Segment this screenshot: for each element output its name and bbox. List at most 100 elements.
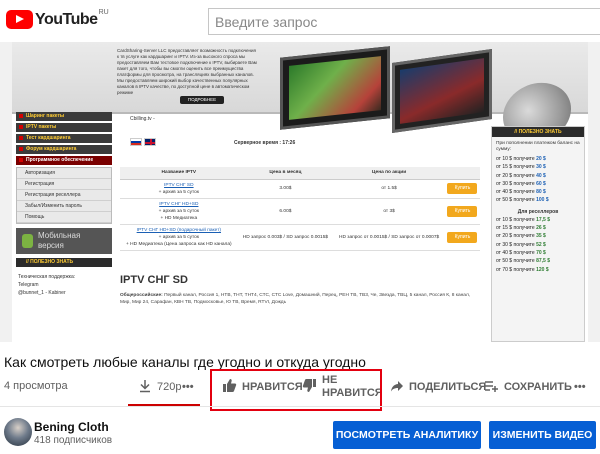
table-header <box>444 167 480 180</box>
subscriber-count: 418 подписчиков <box>34 435 113 446</box>
package-promo: от 1.5$ <box>333 179 445 199</box>
site-sub-menu: Авторизация Регистрация Регистрация ресе… <box>16 167 112 224</box>
view-count: 4 просмотра <box>4 380 68 392</box>
package-extra: + архив за 5 суток <box>158 189 199 195</box>
site-sub-item: Помощь <box>17 212 111 223</box>
divider <box>0 406 600 407</box>
list-item: от 15 $ получите 30 $ <box>496 164 546 171</box>
package-promo: от 3$ <box>333 198 445 225</box>
package-name: IPTV СНГ HD+SD (подарочный пакет) <box>136 227 221 233</box>
video-content-website: CardSharing-Server LLC предоставляет воз… <box>12 42 588 342</box>
save-label: СОХРАНИТЬ <box>504 381 572 393</box>
bonus-list: от 10 $ получите 20 $ от 15 $ получите 3… <box>492 155 584 205</box>
reseller-heading: Для реселлеров <box>517 208 559 215</box>
site-banner: CardSharing-Server LLC предоставляет воз… <box>12 42 588 155</box>
price-table: Название IPTV Цена в месяц Цена по акции… <box>120 167 480 251</box>
table-row: IPTV СНГ HD+SD + архив за 5 суток + HD М… <box>120 198 480 225</box>
more-dots-icon: ••• <box>182 381 194 393</box>
view-analytics-button[interactable]: ПОСМОТРЕТЬ АНАЛИТИКУ <box>333 421 481 449</box>
annotation-highlight-box <box>210 369 382 411</box>
list-item: от 40 $ получите 80 $ <box>496 189 546 196</box>
list-item: от 10 $ получите 17,5 $ <box>496 216 550 223</box>
list-item: от 50 $ получите 87,5 $ <box>496 258 550 265</box>
package-extra: + HD Медиатека (Цена запроса как HD кана… <box>126 241 232 247</box>
site-nav-item: IPTV пакеты <box>16 123 112 132</box>
table-header: Цена по акции <box>333 167 445 180</box>
banner-text: CardSharing-Server LLC предоставляет воз… <box>117 48 257 95</box>
banner-button: ПОДРОБНЕЕ <box>180 96 224 104</box>
download-icon <box>138 379 152 396</box>
share-button[interactable]: ПОДЕЛИТЬСЯ <box>390 374 486 400</box>
iptv-desc-text: Первый канал, Россия 1, НТВ, ТНТ, ТНТ4, … <box>120 293 471 305</box>
search-input[interactable]: Введите запрос <box>208 8 600 35</box>
site-nav-item: Шаринг пакеты <box>16 112 112 121</box>
package-name: IPTV СНГ SD <box>164 182 194 188</box>
package-price: 6.00$ <box>237 198 334 225</box>
list-item: от 20 $ получите 35 $ <box>496 233 546 240</box>
logo-text: YouTube <box>35 10 98 28</box>
site-url-label: Cbilling.tv - <box>130 116 155 122</box>
table-header: Название IPTV <box>120 167 238 180</box>
support-line: Техническая поддержка: <box>18 274 76 280</box>
share-label: ПОДЕЛИТЬСЯ <box>409 381 487 393</box>
package-name: IPTV СНГ HD+SD <box>159 201 199 207</box>
site-nav-item: Форум кардшаринга <box>16 145 112 154</box>
table-row: IPTV СНГ HD+SD (подарочный пакет) + архи… <box>120 224 480 251</box>
package-extra: + архив за 5 суток <box>158 234 199 240</box>
package-extra: + HD Медиатека <box>160 215 198 221</box>
site-left-column: Шаринг пакеты IPTV пакеты Тест кардшарин… <box>16 112 112 297</box>
list-item: от 30 $ получите 52 $ <box>496 241 546 248</box>
avatar[interactable] <box>4 418 32 446</box>
list-item: от 40 $ получите 70 $ <box>496 249 546 256</box>
monitor-image <box>392 48 492 134</box>
logo-region: RU <box>98 9 109 16</box>
site-right-column: // ПОЛЕЗНО ЗНАТЬ При пополнении платежом… <box>491 126 585 342</box>
site-sub-item: Забыл/Изменить пароль <box>17 201 111 212</box>
list-item: от 30 $ получите 60 $ <box>496 180 546 187</box>
site-sub-item: Авторизация <box>17 168 111 179</box>
bonus-note: При пополнении платежом баланс на сумму: <box>496 141 580 152</box>
edit-video-button[interactable]: ИЗМЕНИТЬ ВИДЕО <box>489 421 596 449</box>
site-nav-item: Тест кардшаринга <box>16 134 112 143</box>
support-info: Техническая поддержка: Telegram @bunnet_… <box>16 273 112 297</box>
save-button[interactable]: СОХРАНИТЬ <box>484 374 572 400</box>
site-sub-item: Регистрация реселлера <box>17 190 111 201</box>
video-title: Как смотреть любые каналы где угодно и о… <box>4 354 366 370</box>
more-dots-icon: ••• <box>574 381 586 393</box>
quality-button[interactable]: 720p <box>138 374 181 400</box>
server-time: Серверное время : 17:26 <box>234 140 296 146</box>
share-arrow-icon <box>390 379 404 396</box>
package-extra: + архив за 5 суток <box>158 208 199 214</box>
table-header: Цена в месяц <box>237 167 334 180</box>
useful-info-bar: // ПОЛЕЗНО ЗНАТЬ <box>16 258 112 267</box>
list-item: от 50 $ получите 100 $ <box>496 197 549 204</box>
site-sub-item: Регистрация <box>17 179 111 190</box>
list-item: от 20 $ получите 40 $ <box>496 172 546 179</box>
more-options-button[interactable]: ••• <box>574 374 586 400</box>
support-line: Telegram <box>18 282 39 288</box>
buy-button: Купить <box>447 231 478 243</box>
package-price: 3.00$ <box>237 179 334 199</box>
playlist-add-icon <box>484 379 499 396</box>
language-flags <box>130 138 156 146</box>
reseller-list: от 10 $ получите 17,5 $ от 15 $ получите… <box>492 216 584 274</box>
more-left-button[interactable]: ••• <box>182 374 194 400</box>
uk-flag-icon <box>144 138 156 146</box>
iptv-desc-label: Общероссийские: <box>120 293 163 298</box>
youtube-logo[interactable]: YouTube RU <box>6 9 109 29</box>
table-header-row: Название IPTV Цена в месяц Цена по акции <box>120 167 480 180</box>
buy-button: Купить <box>447 205 478 217</box>
table-row: IPTV СНГ SD + архив за 5 суток 3.00$ от … <box>120 179 480 199</box>
package-price: HD запрос 0.003$ / SD запрос 0.0015$ <box>237 224 334 251</box>
play-logo-icon <box>6 10 33 29</box>
support-line: @bunnet_1 - Kabiner <box>18 290 66 296</box>
tv-image <box>280 46 390 130</box>
list-item: от 10 $ получите 20 $ <box>496 156 546 162</box>
video-player[interactable]: CardSharing-Server LLC предоставляет воз… <box>0 42 600 342</box>
buy-button: Купить <box>447 183 478 194</box>
channel-name[interactable]: Bening Cloth <box>34 420 109 434</box>
list-item: от 15 $ получите 26 $ <box>496 225 546 232</box>
useful-info-heading: // ПОЛЕЗНО ЗНАТЬ <box>492 127 584 137</box>
iptv-heading: IPTV СНГ SD <box>120 274 188 286</box>
iptv-description: Общероссийские: Первый канал, Россия 1, … <box>120 292 480 306</box>
